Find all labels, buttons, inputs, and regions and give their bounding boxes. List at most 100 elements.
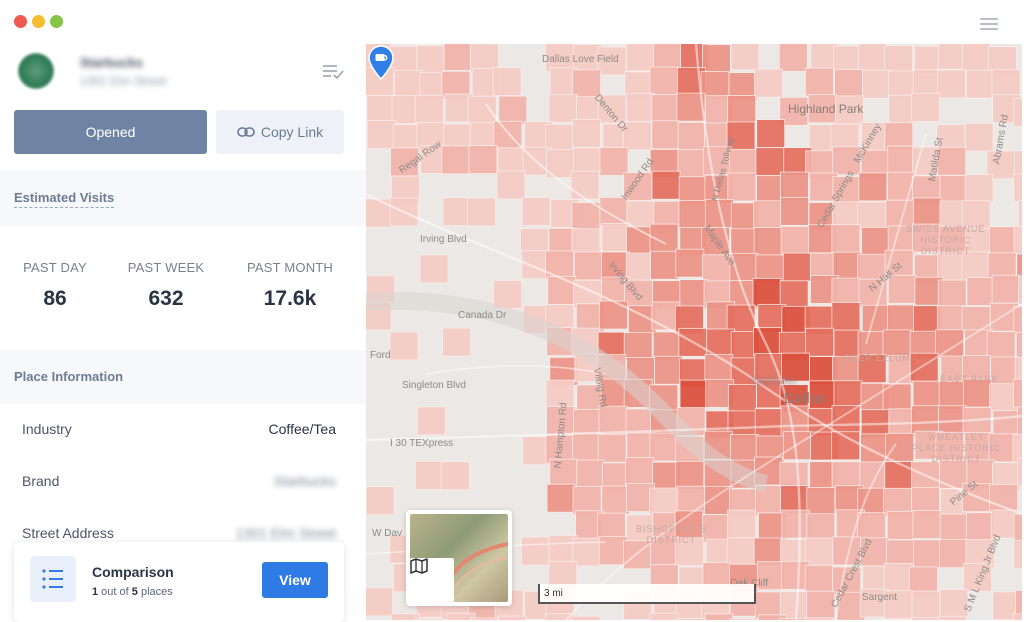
heat-cell [441,145,471,175]
heat-cell [856,512,886,542]
heat-cell [782,252,812,282]
link-icon [237,127,255,137]
map-layer-switcher[interactable] [406,510,512,606]
view-comparison-button[interactable]: View [262,562,328,598]
heat-cell [909,352,939,382]
heat-cell [702,514,731,544]
heat-cell [780,196,809,226]
heat-cell [989,226,1018,256]
heat-cell [779,171,809,201]
heat-cell [911,93,940,122]
heat-cell [1013,173,1022,203]
heat-cell [1017,406,1022,436]
maximize-window-button[interactable] [50,15,63,28]
heat-cell [753,227,783,256]
heat-cell [623,332,653,362]
heat-cell [572,118,601,148]
heat-cell [986,331,1016,361]
heat-cell [652,331,682,361]
heat-cell [571,615,601,620]
info-row-brand: Brand Starbucks [0,456,366,508]
heat-cell [416,45,446,75]
hamburger-menu-icon[interactable] [980,18,998,30]
heat-cell [651,94,681,123]
heat-cell [778,44,808,72]
info-key: Industry [22,421,72,437]
heat-map[interactable]: Dallas Love Field Highland Park Regal Ro… [366,44,1022,620]
heat-cell [598,405,628,435]
heat-cell [831,224,861,254]
estimated-visits-title[interactable]: Estimated Visits [14,190,115,208]
heat-cell [492,67,522,96]
stat-past-week: PAST WEEK 632 [120,260,212,311]
stat-past-day: PAST DAY 86 [20,260,90,311]
heat-cell [966,277,996,306]
heat-cell [599,147,629,176]
close-window-button[interactable] [14,15,27,28]
heat-cell [833,380,863,410]
heat-cell [964,174,994,203]
coffee-pin-icon[interactable] [366,44,396,80]
heat-cell [857,201,887,231]
heat-cell [885,432,915,462]
heat-cell [576,459,606,489]
heat-cell [468,145,498,175]
heat-cell [886,510,916,540]
filter-check-icon[interactable] [322,64,344,80]
heat-cell [756,119,786,148]
map-label-swiss-avenue: SWISS AVENUE HISTORIC DISTRICT [906,224,986,256]
heat-cell [1018,199,1022,229]
stat-value: 632 [148,287,184,310]
heat-cell [805,537,835,567]
opened-button[interactable]: Opened [14,110,207,154]
map-label-w-davis: W Dav [372,528,402,539]
heat-cell [804,564,834,594]
heat-cell [650,250,679,280]
info-value: 1301 Elm Street [235,525,336,541]
heat-cell [913,539,943,569]
heat-cell [626,93,655,122]
heat-cell [754,408,784,438]
heat-cell [1018,276,1022,305]
heat-cell [912,197,942,227]
heat-cell [937,615,967,620]
map-label-sargent: Sargent [862,592,898,603]
heat-cell [570,170,600,200]
heat-cell [493,120,523,150]
heat-cell [679,279,709,309]
map-layers-icon[interactable] [410,558,454,602]
place-name: Starbucks [80,55,143,70]
place-details-panel: Starbucks 1301 Elm Street Opened Copy Li… [0,44,366,622]
heat-cell [572,69,602,99]
heat-cell [625,457,654,486]
heat-cell [366,486,395,516]
list-icon [30,556,76,602]
heat-cell [887,304,917,334]
heat-cell [601,485,631,515]
heat-cell [937,279,967,309]
heat-cell [1013,513,1022,543]
map-label-bishop-arts: BISHOP ARTS DISTRICT [636,524,707,545]
heat-cell [806,487,836,517]
heat-cell [704,613,734,620]
minimize-window-button[interactable] [32,15,45,28]
heat-cell [547,275,577,305]
map-label-irving-blvd-1: Irving Blvd [420,234,467,245]
info-row-industry: Industry Coffee/Tea [0,404,366,456]
heat-cell [961,44,991,72]
heat-cell [991,274,1021,304]
heat-cell [883,563,913,592]
heat-cell [467,95,497,125]
heat-cell [966,69,995,99]
heat-cell [443,44,473,71]
heat-cell [754,68,784,98]
comparison-title: Comparison [92,564,174,580]
copy-link-button[interactable]: Copy Link [216,110,344,154]
comparison-card: Comparison 1 out of 5 places View [14,542,344,622]
heat-cell [571,202,601,231]
heat-cell [497,615,527,620]
heat-cell [939,175,969,204]
heat-cell [573,251,603,281]
heat-cell [939,513,969,543]
heat-cell [419,254,449,284]
